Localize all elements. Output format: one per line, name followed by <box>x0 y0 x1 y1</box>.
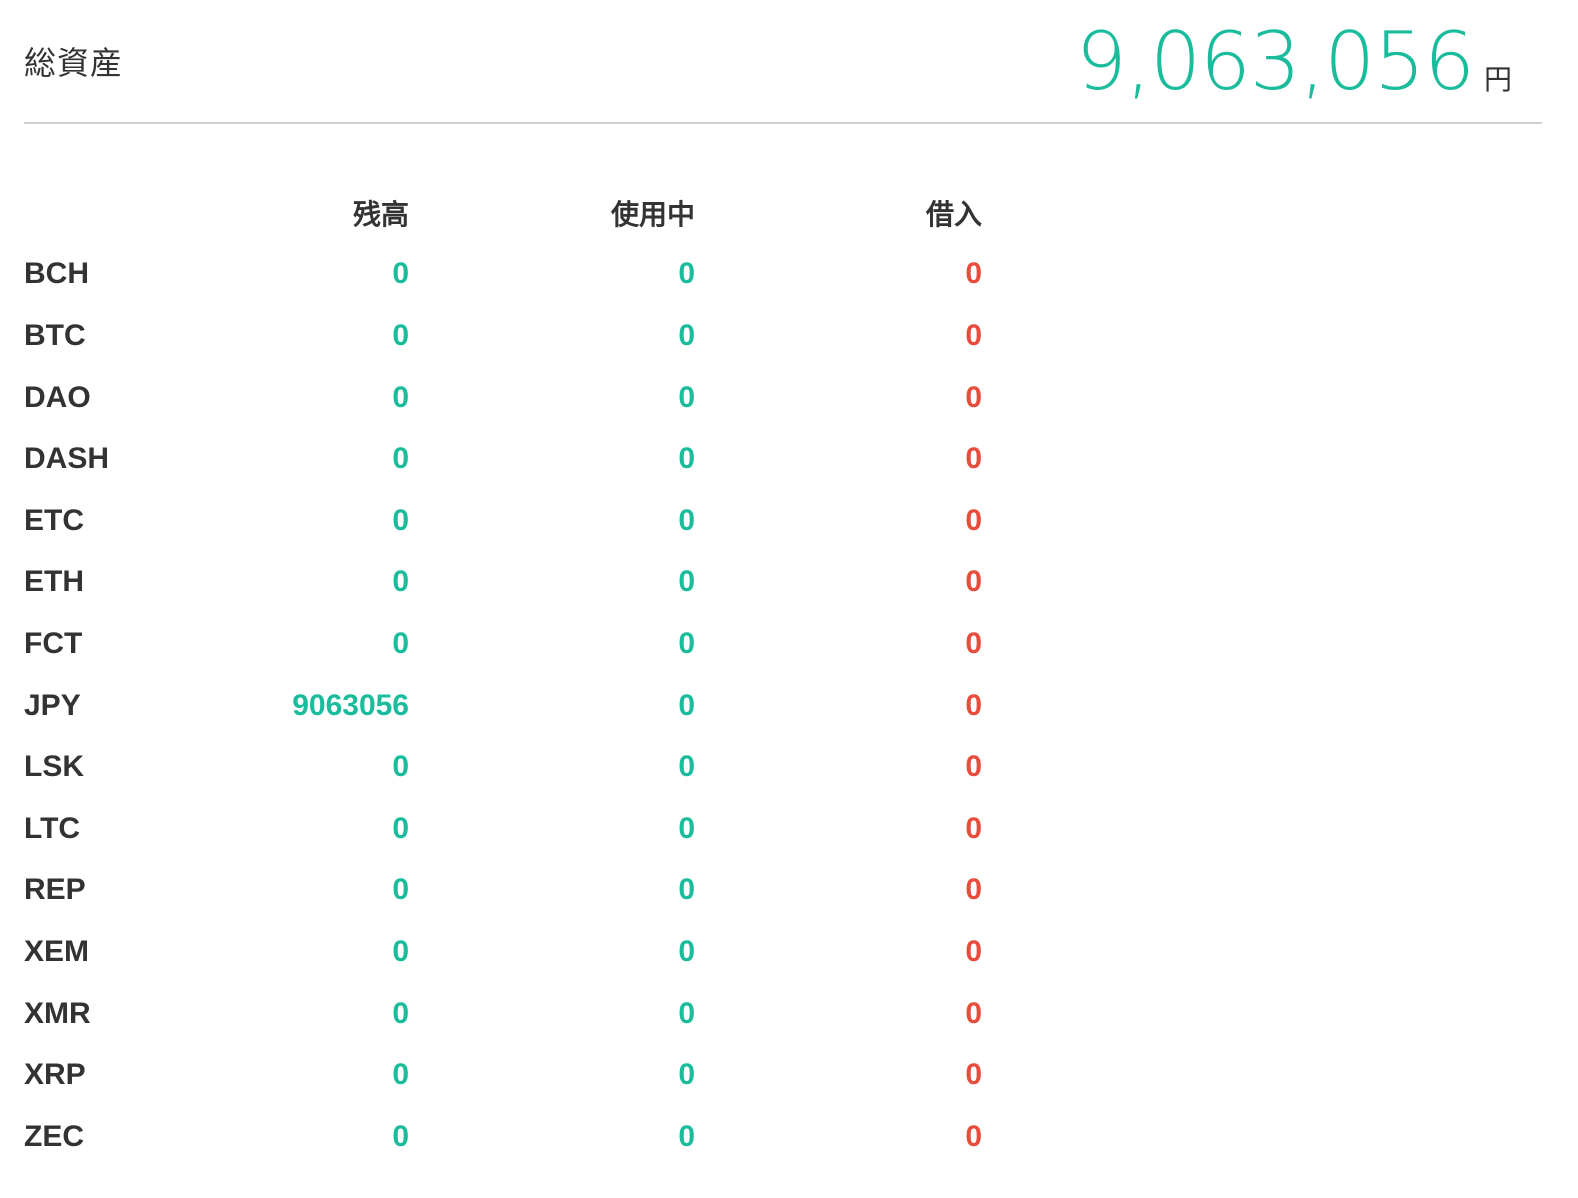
in-use-cell: 0 <box>678 626 695 660</box>
in-use-cell: 0 <box>678 1058 695 1092</box>
currency-cell: XRP <box>24 1058 86 1092</box>
borrowed-cell: 0 <box>965 626 982 660</box>
balance-cell: 0 <box>392 873 409 907</box>
balance-cell: 0 <box>392 442 409 476</box>
currency-cell: ZEC <box>24 1119 84 1153</box>
in-use-cell: 0 <box>678 380 695 414</box>
table-row: REP 0 0 0 <box>24 860 982 922</box>
borrowed-cell: 0 <box>965 811 982 845</box>
currency-cell: BTC <box>24 318 86 352</box>
in-use-cell: 0 <box>678 318 695 352</box>
balance-cell: 0 <box>392 503 409 537</box>
currency-cell: DAO <box>24 380 91 414</box>
in-use-cell: 0 <box>678 996 695 1030</box>
column-header-in-use: 使用中 <box>610 197 695 231</box>
balance-cell: 0 <box>392 1119 409 1153</box>
borrowed-cell: 0 <box>965 1119 982 1153</box>
table-row: BTC 0 0 0 <box>24 305 982 367</box>
currency-cell: DASH <box>24 442 110 476</box>
currency-cell: FCT <box>24 626 83 660</box>
table-row: FCT 0 0 0 <box>24 613 982 675</box>
in-use-cell: 0 <box>678 873 695 907</box>
borrowed-cell: 0 <box>965 380 982 414</box>
column-header-currency <box>24 182 144 244</box>
borrowed-cell: 0 <box>965 873 982 907</box>
balance-cell: 0 <box>392 811 409 845</box>
table-row: ETC 0 0 0 <box>24 490 982 552</box>
balance-cell: 0 <box>392 318 409 352</box>
borrowed-cell: 0 <box>965 442 982 476</box>
table-row: LSK 0 0 0 <box>24 736 982 798</box>
table-row: JPY 9063056 0 0 <box>24 675 982 737</box>
table-row: ETH 0 0 0 <box>24 552 982 614</box>
in-use-cell: 0 <box>678 1119 695 1153</box>
borrowed-cell: 0 <box>965 565 982 599</box>
table-row: LTC 0 0 0 <box>24 798 982 860</box>
in-use-cell: 0 <box>678 442 695 476</box>
balances-table-body: BCH 0 0 0 BTC 0 0 0 DAO 0 0 0 DASH 0 0 0 ETC 0 0 0 ETH 0 0 0 FCT… <box>24 244 982 1168</box>
borrowed-cell: 0 <box>965 934 982 968</box>
borrowed-cell: 0 <box>965 688 982 722</box>
in-use-cell: 0 <box>678 503 695 537</box>
borrowed-cell: 0 <box>965 503 982 537</box>
balance-cell: 9063056 <box>292 688 409 722</box>
balance-cell: 0 <box>392 934 409 968</box>
table-row: DASH 0 0 0 <box>24 428 982 490</box>
table-row: DAO 0 0 0 <box>24 367 982 429</box>
borrowed-cell: 0 <box>965 257 982 291</box>
total-assets-header: 総資産 9,063,056 円 <box>24 0 1542 124</box>
balance-cell: 0 <box>392 1058 409 1092</box>
balance-cell: 0 <box>392 565 409 599</box>
balance-cell: 0 <box>392 380 409 414</box>
total-assets-unit: 円 <box>1483 63 1512 96</box>
currency-cell: REP <box>24 873 86 907</box>
currency-cell: XEM <box>24 934 90 968</box>
currency-cell: ETH <box>24 565 84 599</box>
balance-cell: 0 <box>392 996 409 1030</box>
currency-cell: ETC <box>24 503 84 537</box>
table-header-row: 残高 使用中 借入 <box>24 182 982 244</box>
table-row: XMR 0 0 0 <box>24 983 982 1045</box>
balance-cell: 0 <box>392 257 409 291</box>
column-header-balance: 残高 <box>352 197 409 231</box>
in-use-cell: 0 <box>678 934 695 968</box>
table-row: XRP 0 0 0 <box>24 1044 982 1106</box>
table-row: BCH 0 0 0 <box>24 244 982 306</box>
borrowed-cell: 0 <box>965 318 982 352</box>
total-assets-value: 9,063,056 <box>1075 15 1475 108</box>
currency-cell: JPY <box>24 688 81 722</box>
balances-table: 残高 使用中 借入 BCH 0 0 0 BTC 0 0 0 DAO 0 0 0 DASH 0 0 0 ETC 0 0… <box>24 182 982 1168</box>
in-use-cell: 0 <box>678 688 695 722</box>
in-use-cell: 0 <box>678 811 695 845</box>
borrowed-cell: 0 <box>965 1058 982 1092</box>
total-assets-label: 総資産 <box>24 44 124 82</box>
total-assets-amount: 9,063,056 円 <box>1076 22 1512 102</box>
currency-cell: XMR <box>24 996 91 1030</box>
currency-cell: LSK <box>24 750 84 784</box>
in-use-cell: 0 <box>678 565 695 599</box>
currency-cell: BCH <box>24 257 89 291</box>
table-row: XEM 0 0 0 <box>24 921 982 983</box>
in-use-cell: 0 <box>678 257 695 291</box>
borrowed-cell: 0 <box>965 996 982 1030</box>
balance-cell: 0 <box>392 626 409 660</box>
currency-cell: LTC <box>24 811 81 845</box>
in-use-cell: 0 <box>678 750 695 784</box>
borrowed-cell: 0 <box>965 750 982 784</box>
column-header-borrowed: 借入 <box>925 197 982 231</box>
table-row: ZEC 0 0 0 <box>24 1106 982 1168</box>
balance-cell: 0 <box>392 750 409 784</box>
